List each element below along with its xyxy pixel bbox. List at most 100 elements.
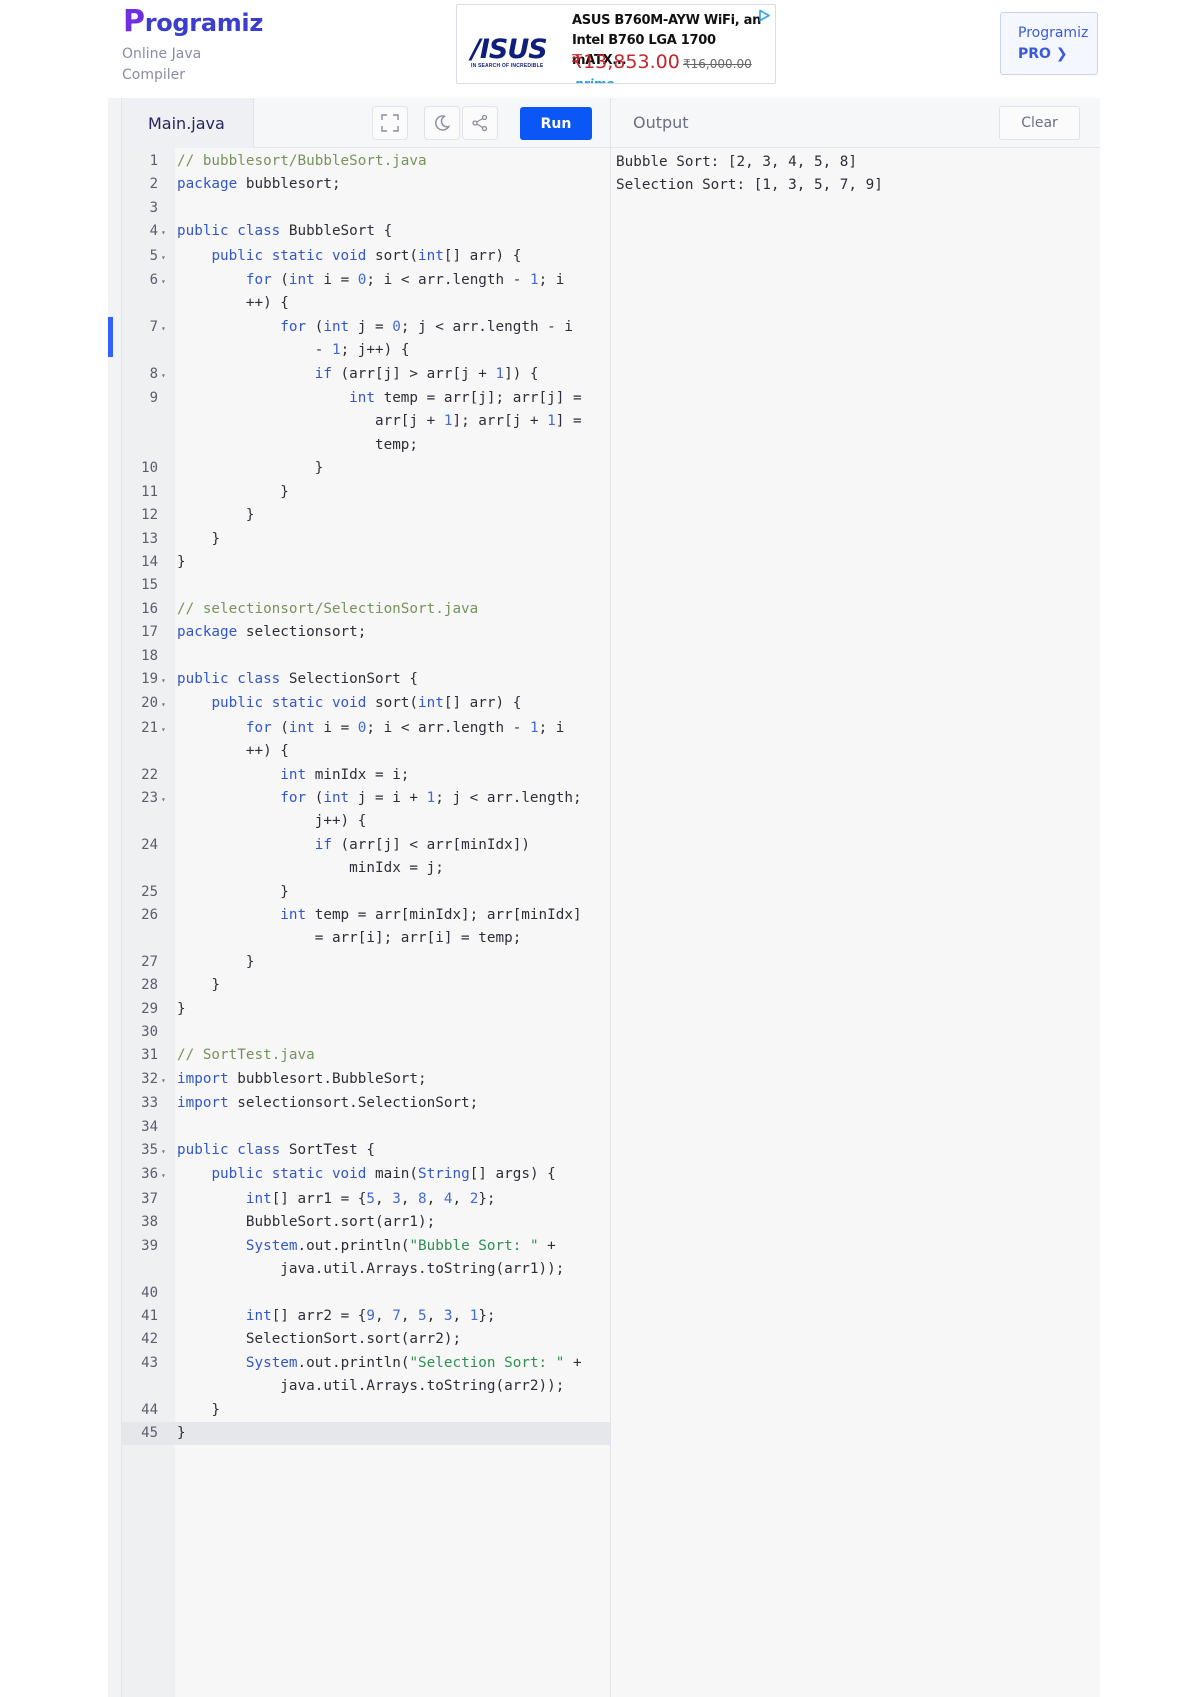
code-text: // bubblesort/BubbleSort.java <box>177 153 427 169</box>
code-line[interactable]: 14} <box>122 551 610 574</box>
code-text: } <box>177 460 324 477</box>
code-line[interactable]: 43 System.out.println("Selection Sort: "… <box>122 1352 610 1399</box>
code-editor[interactable]: 1 // bubblesort/BubbleSort.java 2 package b… <box>122 148 610 1697</box>
fold-arrow-icon[interactable]: ▾ <box>158 1139 175 1163</box>
code-line[interactable]: 15 <box>122 574 610 597</box>
code-text: if (arr[j] < arr[minIdx]) minIdx = j; <box>314 836 530 877</box>
code-line[interactable]: 20 ▾ public static void sort(int[] arr) { <box>122 692 610 716</box>
fold-arrow-icon[interactable]: ▾ <box>158 316 175 363</box>
fold-arrow-icon[interactable]: ▾ <box>158 787 175 834</box>
ad-banner[interactable]: /ISUS IN SEARCH OF INCREDIBLE ASUS B760M… <box>456 4 776 84</box>
code-line[interactable]: 27 } <box>122 951 610 974</box>
code-line[interactable]: 40 <box>122 1282 610 1305</box>
code-line[interactable]: 32 ▾ import bubblesort.BubbleSort; <box>122 1068 610 1092</box>
fold-arrow-icon[interactable]: ▾ <box>158 668 175 692</box>
code-line[interactable]: 44 } <box>122 1399 610 1422</box>
code-line[interactable]: 7 ▾ for (int j = 0; j < arr.length - i - … <box>122 316 610 363</box>
code-line[interactable]: 35 ▾ public class SortTest { <box>122 1139 610 1163</box>
code-line[interactable]: 28 } <box>122 974 610 997</box>
fold-arrow-icon[interactable]: ▾ <box>158 1068 175 1092</box>
programiz-pro-button[interactable]: Programiz PRO ❯ <box>1000 12 1098 75</box>
code-line[interactable]: 42 SelectionSort.sort(arr2); <box>122 1328 610 1351</box>
code-line[interactable]: 19 ▾ public class SelectionSort { <box>122 668 610 692</box>
code-text: } <box>177 507 255 524</box>
ad-prime-badge: prime <box>575 77 615 84</box>
code-line[interactable]: 26 int temp = arr[minIdx]; arr[minIdx] =… <box>122 904 610 951</box>
line-number: 20 <box>141 695 158 712</box>
code-line[interactable]: 41 int[] arr2 = {9, 7, 5, 3, 1}; <box>122 1305 610 1328</box>
fold-arrow-icon[interactable]: ▾ <box>158 692 175 716</box>
share-button[interactable] <box>462 106 498 140</box>
code-line[interactable]: 25 } <box>122 881 610 904</box>
fold-arrow-icon[interactable]: ▾ <box>158 245 175 269</box>
code-text: public static void sort(int[] arr) { <box>211 695 522 712</box>
code-line[interactable]: 45} <box>122 1421 610 1446</box>
code-line[interactable]: 6 ▾ for (int i = 0; i < arr.length - 1; i… <box>122 269 610 316</box>
programiz-logo[interactable]: Programiz <box>123 4 263 39</box>
code-line[interactable]: 4 ▾ public class BubbleSort { <box>122 220 610 244</box>
code-line[interactable]: 16 // selectionsort/SelectionSort.java <box>122 598 610 621</box>
code-line[interactable]: 3 <box>122 197 610 220</box>
pro-button-line2: PRO ❯ <box>1018 46 1068 62</box>
code-line[interactable]: 18 <box>122 645 610 668</box>
code-line[interactable]: 34 <box>122 1116 610 1139</box>
line-number: 44 <box>141 1401 158 1418</box>
output-toolbar: Output Clear <box>610 98 1100 148</box>
line-number: 6 <box>149 272 158 289</box>
code-line[interactable]: 12 } <box>122 504 610 527</box>
code-line[interactable]: 2 package bubblesort; <box>122 173 610 196</box>
code-line[interactable]: 37 int[] arr1 = {5, 3, 8, 4, 2}; <box>122 1188 610 1211</box>
ad-choices-icon[interactable] <box>758 9 771 22</box>
code-line[interactable]: 13 } <box>122 528 610 551</box>
line-number: 40 <box>141 1284 158 1301</box>
share-icon <box>472 114 488 132</box>
code-text: for (int i = 0; i < arr.length - 1; i ++… <box>245 272 565 312</box>
fullscreen-button[interactable] <box>372 106 408 140</box>
fold-arrow-icon[interactable]: ▾ <box>158 1163 175 1187</box>
code-line[interactable]: 8 ▾ if (arr[j] > arr[j + 1]) { <box>122 363 610 387</box>
line-number: 28 <box>141 977 158 994</box>
fold-arrow-icon[interactable]: ▾ <box>158 363 175 387</box>
code-line[interactable]: 30 <box>122 1021 610 1044</box>
line-number: 45 <box>141 1424 158 1441</box>
code-line[interactable]: 29} <box>122 998 610 1021</box>
run-button[interactable]: Run <box>520 107 592 140</box>
output-line: Selection Sort: [1, 3, 5, 7, 9] <box>616 177 883 194</box>
code-line[interactable]: 10 } <box>122 457 610 480</box>
fold-arrow-icon[interactable]: ▾ <box>158 269 175 316</box>
clear-button[interactable]: Clear <box>999 106 1080 140</box>
code-line[interactable]: 5 ▾ public static void sort(int[] arr) { <box>122 245 610 269</box>
code-text: } <box>177 483 289 500</box>
file-tab-main-java[interactable]: Main.java <box>122 98 254 148</box>
code-line[interactable]: 11 } <box>122 481 610 504</box>
code-line[interactable]: 21 ▾ for (int i = 0; i < arr.length - 1; … <box>122 717 610 764</box>
code-line[interactable]: 39 System.out.println("Bubble Sort: " + … <box>122 1235 610 1282</box>
code-line[interactable]: 36 ▾ public static void main(String[] arg… <box>122 1163 610 1187</box>
line-number: 19 <box>141 670 158 687</box>
code-line[interactable]: 33 import selectionsort.SelectionSort; <box>122 1092 610 1115</box>
theme-toggle-button[interactable] <box>424 106 460 140</box>
ad-brand-tagline: IN SEARCH OF INCREDIBLE <box>471 63 544 69</box>
code-line[interactable]: 38 BubbleSort.sort(arr1); <box>122 1211 610 1234</box>
fold-arrow-icon[interactable]: ▾ <box>158 220 175 244</box>
code-line[interactable]: 1 // bubblesort/BubbleSort.java <box>122 150 610 173</box>
fold-arrow-icon[interactable]: ▾ <box>158 717 175 764</box>
code-line[interactable]: 9 int temp = arr[j]; arr[j] = arr[j + 1]… <box>122 387 610 457</box>
code-line[interactable]: 23 ▾ for (int j = i + 1; j < arr.length; … <box>122 787 610 834</box>
code-line[interactable]: 24 if (arr[j] < arr[minIdx]) minIdx = j; <box>122 834 610 881</box>
code-line[interactable]: 22 int minIdx = i; <box>122 764 610 787</box>
code-text: // SortTest.java <box>177 1047 315 1064</box>
code-line[interactable]: 31 // SortTest.java <box>122 1044 610 1067</box>
code-line[interactable]: 17 package selectionsort; <box>122 621 610 644</box>
line-number: 31 <box>141 1047 158 1064</box>
